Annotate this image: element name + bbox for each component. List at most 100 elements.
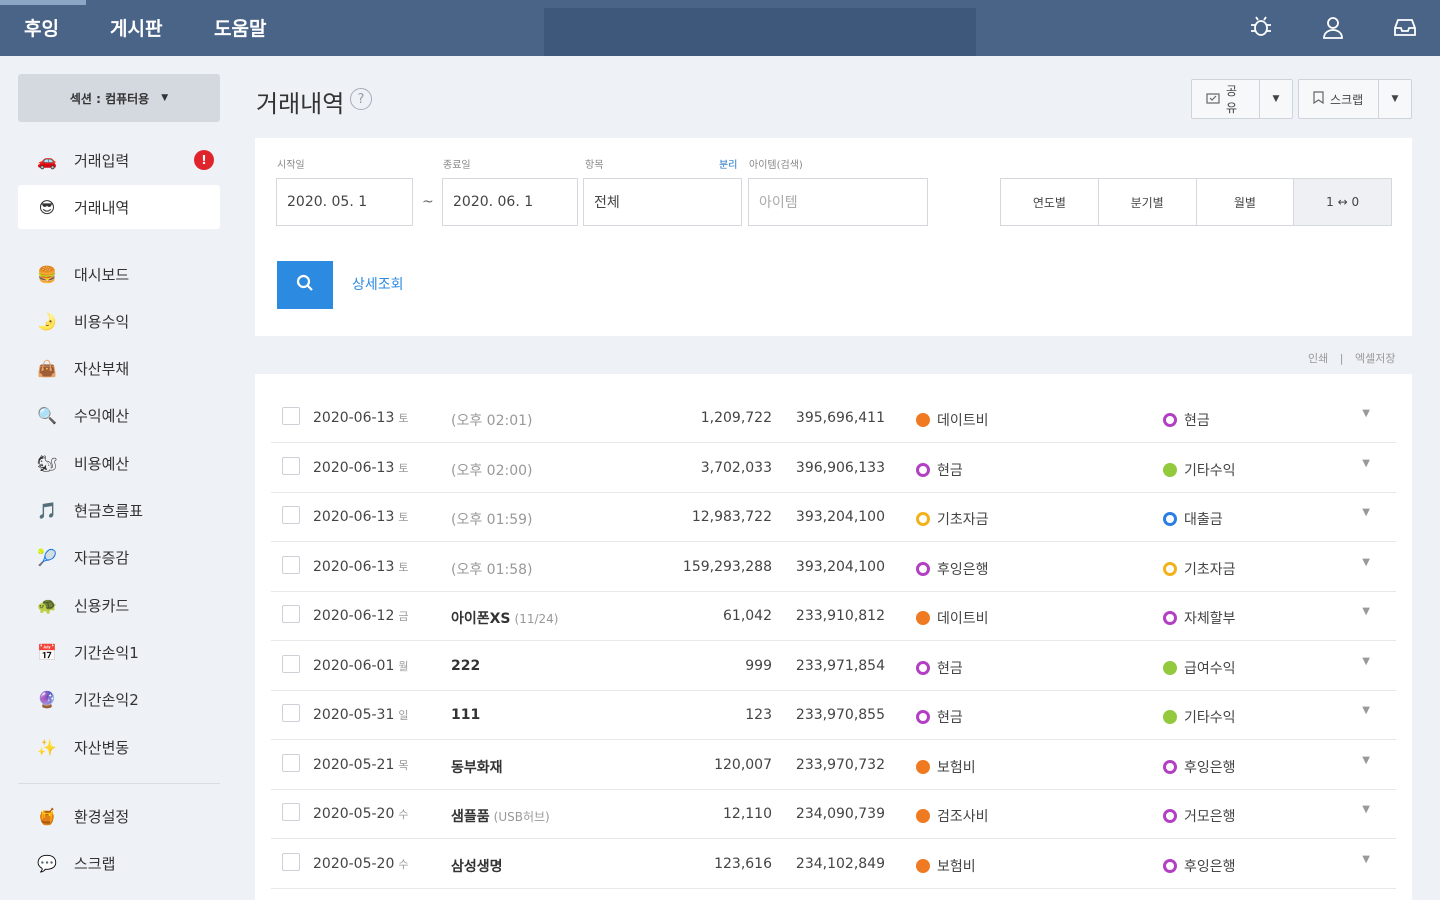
table-row[interactable]: 2020-06-12 금 아이폰XS (11/24) 61,042 233,910,812… (271, 592, 1396, 641)
row-checkbox[interactable] (282, 852, 300, 871)
row-credit-account[interactable]: 거모은행 (1163, 806, 1236, 826)
nav-help[interactable]: 도움말 (214, 14, 266, 41)
print-link[interactable]: 인쇄 (1308, 352, 1328, 365)
row-checkbox[interactable] (282, 555, 300, 574)
row-expand-icon[interactable]: ▼ (1362, 408, 1370, 419)
period-yearly-button[interactable]: 연도별 (1001, 179, 1099, 225)
description-text: 샘플품 (451, 809, 490, 825)
period-swap-button[interactable]: 1 ↔ 0 (1294, 179, 1391, 225)
row-credit-account[interactable]: 급여수익 (1163, 658, 1236, 678)
category-dot-icon (916, 759, 930, 774)
sidebar-item-sidebar-items-10[interactable]: ✨ 자산변동 (18, 725, 220, 769)
weekday-text: 수 (398, 808, 409, 821)
description-text: (오후 02:00) (451, 462, 533, 479)
sidebar-item-sidebar-main_items-1[interactable]: 😎 거래내역 (18, 185, 220, 229)
account-label: 거모은행 (1184, 809, 1236, 825)
top-search-area[interactable] (544, 8, 976, 56)
section-selector[interactable]: 섹션 : 컴퓨터용 ▼ (18, 74, 220, 122)
row-credit-account[interactable]: 기타수익 (1163, 707, 1236, 727)
row-expand-icon[interactable]: ▼ (1362, 656, 1370, 667)
row-credit-account[interactable]: 후잉은행 (1163, 856, 1236, 876)
row-checkbox[interactable] (282, 605, 300, 623)
scrap-button[interactable]: 스크랩 ▼ (1298, 79, 1412, 119)
row-checkbox[interactable] (282, 456, 300, 475)
item-select[interactable]: 전체 (583, 178, 742, 226)
row-debit-account[interactable]: 데이트비 (916, 608, 989, 628)
sidebar-item-sidebar-bottom_items-0[interactable]: 🍯 환경설정 (18, 794, 220, 838)
row-debit-account[interactable]: 현금 (916, 460, 963, 480)
row-expand-icon[interactable]: ▼ (1362, 755, 1370, 766)
row-expand-icon[interactable]: ▼ (1362, 804, 1370, 815)
row-debit-account[interactable]: 보험비 (916, 757, 976, 777)
caret-down-icon[interactable]: ▼ (1379, 94, 1411, 104)
category-dot-icon (916, 413, 930, 427)
row-checkbox[interactable] (282, 407, 300, 425)
table-row[interactable]: 2020-06-01 월 222 999 233,971,854 현금 급여수익 ▼ (271, 642, 1396, 691)
user-icon[interactable] (1320, 14, 1346, 40)
detail-search-link[interactable]: 상세조회 (352, 274, 404, 294)
alert-badge: ! (194, 150, 214, 170)
sidebar-item-sidebar-items-0[interactable]: 🍔 대시보드 (18, 252, 220, 296)
row-checkbox[interactable] (282, 506, 300, 524)
row-credit-account[interactable]: 기초자금 (1163, 559, 1236, 579)
nav-board[interactable]: 게시판 (110, 14, 162, 41)
description-text: (오후 01:58) (451, 561, 533, 578)
table-row[interactable]: 2020-06-13 토 (오후 01:58) 159,293,288 393,204,… (271, 543, 1396, 592)
inbox-icon[interactable] (1392, 14, 1418, 40)
row-expand-icon[interactable]: ▼ (1362, 507, 1370, 518)
row-expand-icon[interactable]: ▼ (1362, 854, 1370, 865)
row-debit-account[interactable]: 현금 (916, 658, 963, 678)
sidebar-item-sidebar-items-7[interactable]: 🐢 신용카드 (18, 583, 220, 627)
row-expand-icon[interactable]: ▼ (1362, 458, 1370, 469)
row-debit-account[interactable]: 기초자금 (916, 509, 989, 529)
row-debit-account[interactable]: 보험비 (916, 856, 976, 876)
share-button[interactable]: 공유 ▼ (1191, 79, 1293, 119)
table-row[interactable]: 2020-05-31 일 111 123 233,970,855 현금 기타수익 ▼ (271, 691, 1396, 740)
row-expand-icon[interactable]: ▼ (1362, 557, 1370, 568)
itemname-input[interactable]: 아이템 (748, 178, 928, 226)
end-date-label: 종료일 (443, 160, 471, 171)
sidebar-item-sidebar-items-8[interactable]: 📅 기간손익1 (18, 630, 220, 674)
row-credit-account[interactable]: 현금 (1163, 410, 1210, 430)
sidebar-item-sidebar-items-9[interactable]: 🔮 기간손익2 (18, 678, 220, 722)
row-expand-icon[interactable]: ▼ (1362, 606, 1370, 617)
sidebar-item-sidebar-items-3[interactable]: 🔍 수익예산 (18, 394, 220, 438)
caret-down-icon[interactable]: ▼ (1260, 94, 1292, 104)
help-icon[interactable]: ? (350, 88, 372, 110)
split-toggle[interactable]: 분리 (719, 156, 737, 171)
row-credit-account[interactable]: 자체할부 (1163, 608, 1236, 628)
row-debit-account[interactable]: 후잉은행 (916, 559, 989, 579)
row-debit-account[interactable]: 검조사비 (916, 806, 989, 826)
sidebar-item-sidebar-items-5[interactable]: 🎵 현금흐름표 (18, 489, 220, 533)
table-row[interactable]: 2020-06-13 토 (오후 02:01) 1,209,722 395,696,41… (271, 394, 1396, 443)
table-row[interactable]: 2020-06-13 토 (오후 02:00) 3,702,033 396,906,13… (271, 444, 1396, 493)
row-checkbox[interactable] (282, 654, 300, 673)
sidebar-item-sidebar-items-6[interactable]: 🎾 자금증감 (18, 536, 220, 580)
sidebar-item-sidebar-bottom_items-1[interactable]: 💬 스크랩 (18, 841, 220, 885)
table-row[interactable]: 2020-05-20 수 샘플품 (USB허브) 12,110 234,090,739 검조… (271, 790, 1396, 839)
table-row[interactable]: 2020-06-13 토 (오후 01:59) 12,983,722 393,204,1… (271, 493, 1396, 542)
row-checkbox[interactable] (282, 803, 300, 821)
row-checkbox[interactable] (282, 753, 300, 772)
sidebar-item-sidebar-main_items-0[interactable]: 🚗 거래입력! (18, 138, 220, 182)
sidebar-item-sidebar-items-2[interactable]: 👜 자산부채 (18, 347, 220, 391)
table-row[interactable]: 2020-05-21 목 동부화재 120,007 233,970,732 보험비 후잉은행… (271, 741, 1396, 790)
row-credit-account[interactable]: 대출금 (1163, 509, 1223, 529)
row-checkbox[interactable] (282, 704, 300, 722)
row-credit-account[interactable]: 후잉은행 (1163, 757, 1236, 777)
bug-icon[interactable] (1248, 14, 1274, 40)
excel-link[interactable]: 엑셀저장 (1355, 352, 1395, 365)
end-date-input[interactable]: 2020. 06. 1 (442, 178, 578, 226)
row-debit-account[interactable]: 데이트비 (916, 410, 989, 430)
sidebar-item-sidebar-items-1[interactable]: 🌛 비용수익 (18, 299, 220, 343)
period-monthly-button[interactable]: 월별 (1196, 179, 1295, 225)
search-button[interactable] (277, 261, 333, 309)
row-credit-account[interactable]: 기타수익 (1163, 460, 1236, 480)
period-quarterly-button[interactable]: 분기별 (1098, 179, 1197, 225)
row-expand-icon[interactable]: ▼ (1362, 705, 1370, 716)
start-date-input[interactable]: 2020. 05. 1 (276, 178, 413, 226)
row-debit-account[interactable]: 현금 (916, 707, 963, 727)
nav-home[interactable]: 후잉 (24, 14, 59, 41)
sidebar-item-sidebar-items-4[interactable]: 🐿 비용예산 (18, 441, 220, 485)
table-row[interactable]: 2020-05-20 수 삼성생명 123,616 234,102,849 보험비 후잉은행… (271, 840, 1396, 889)
